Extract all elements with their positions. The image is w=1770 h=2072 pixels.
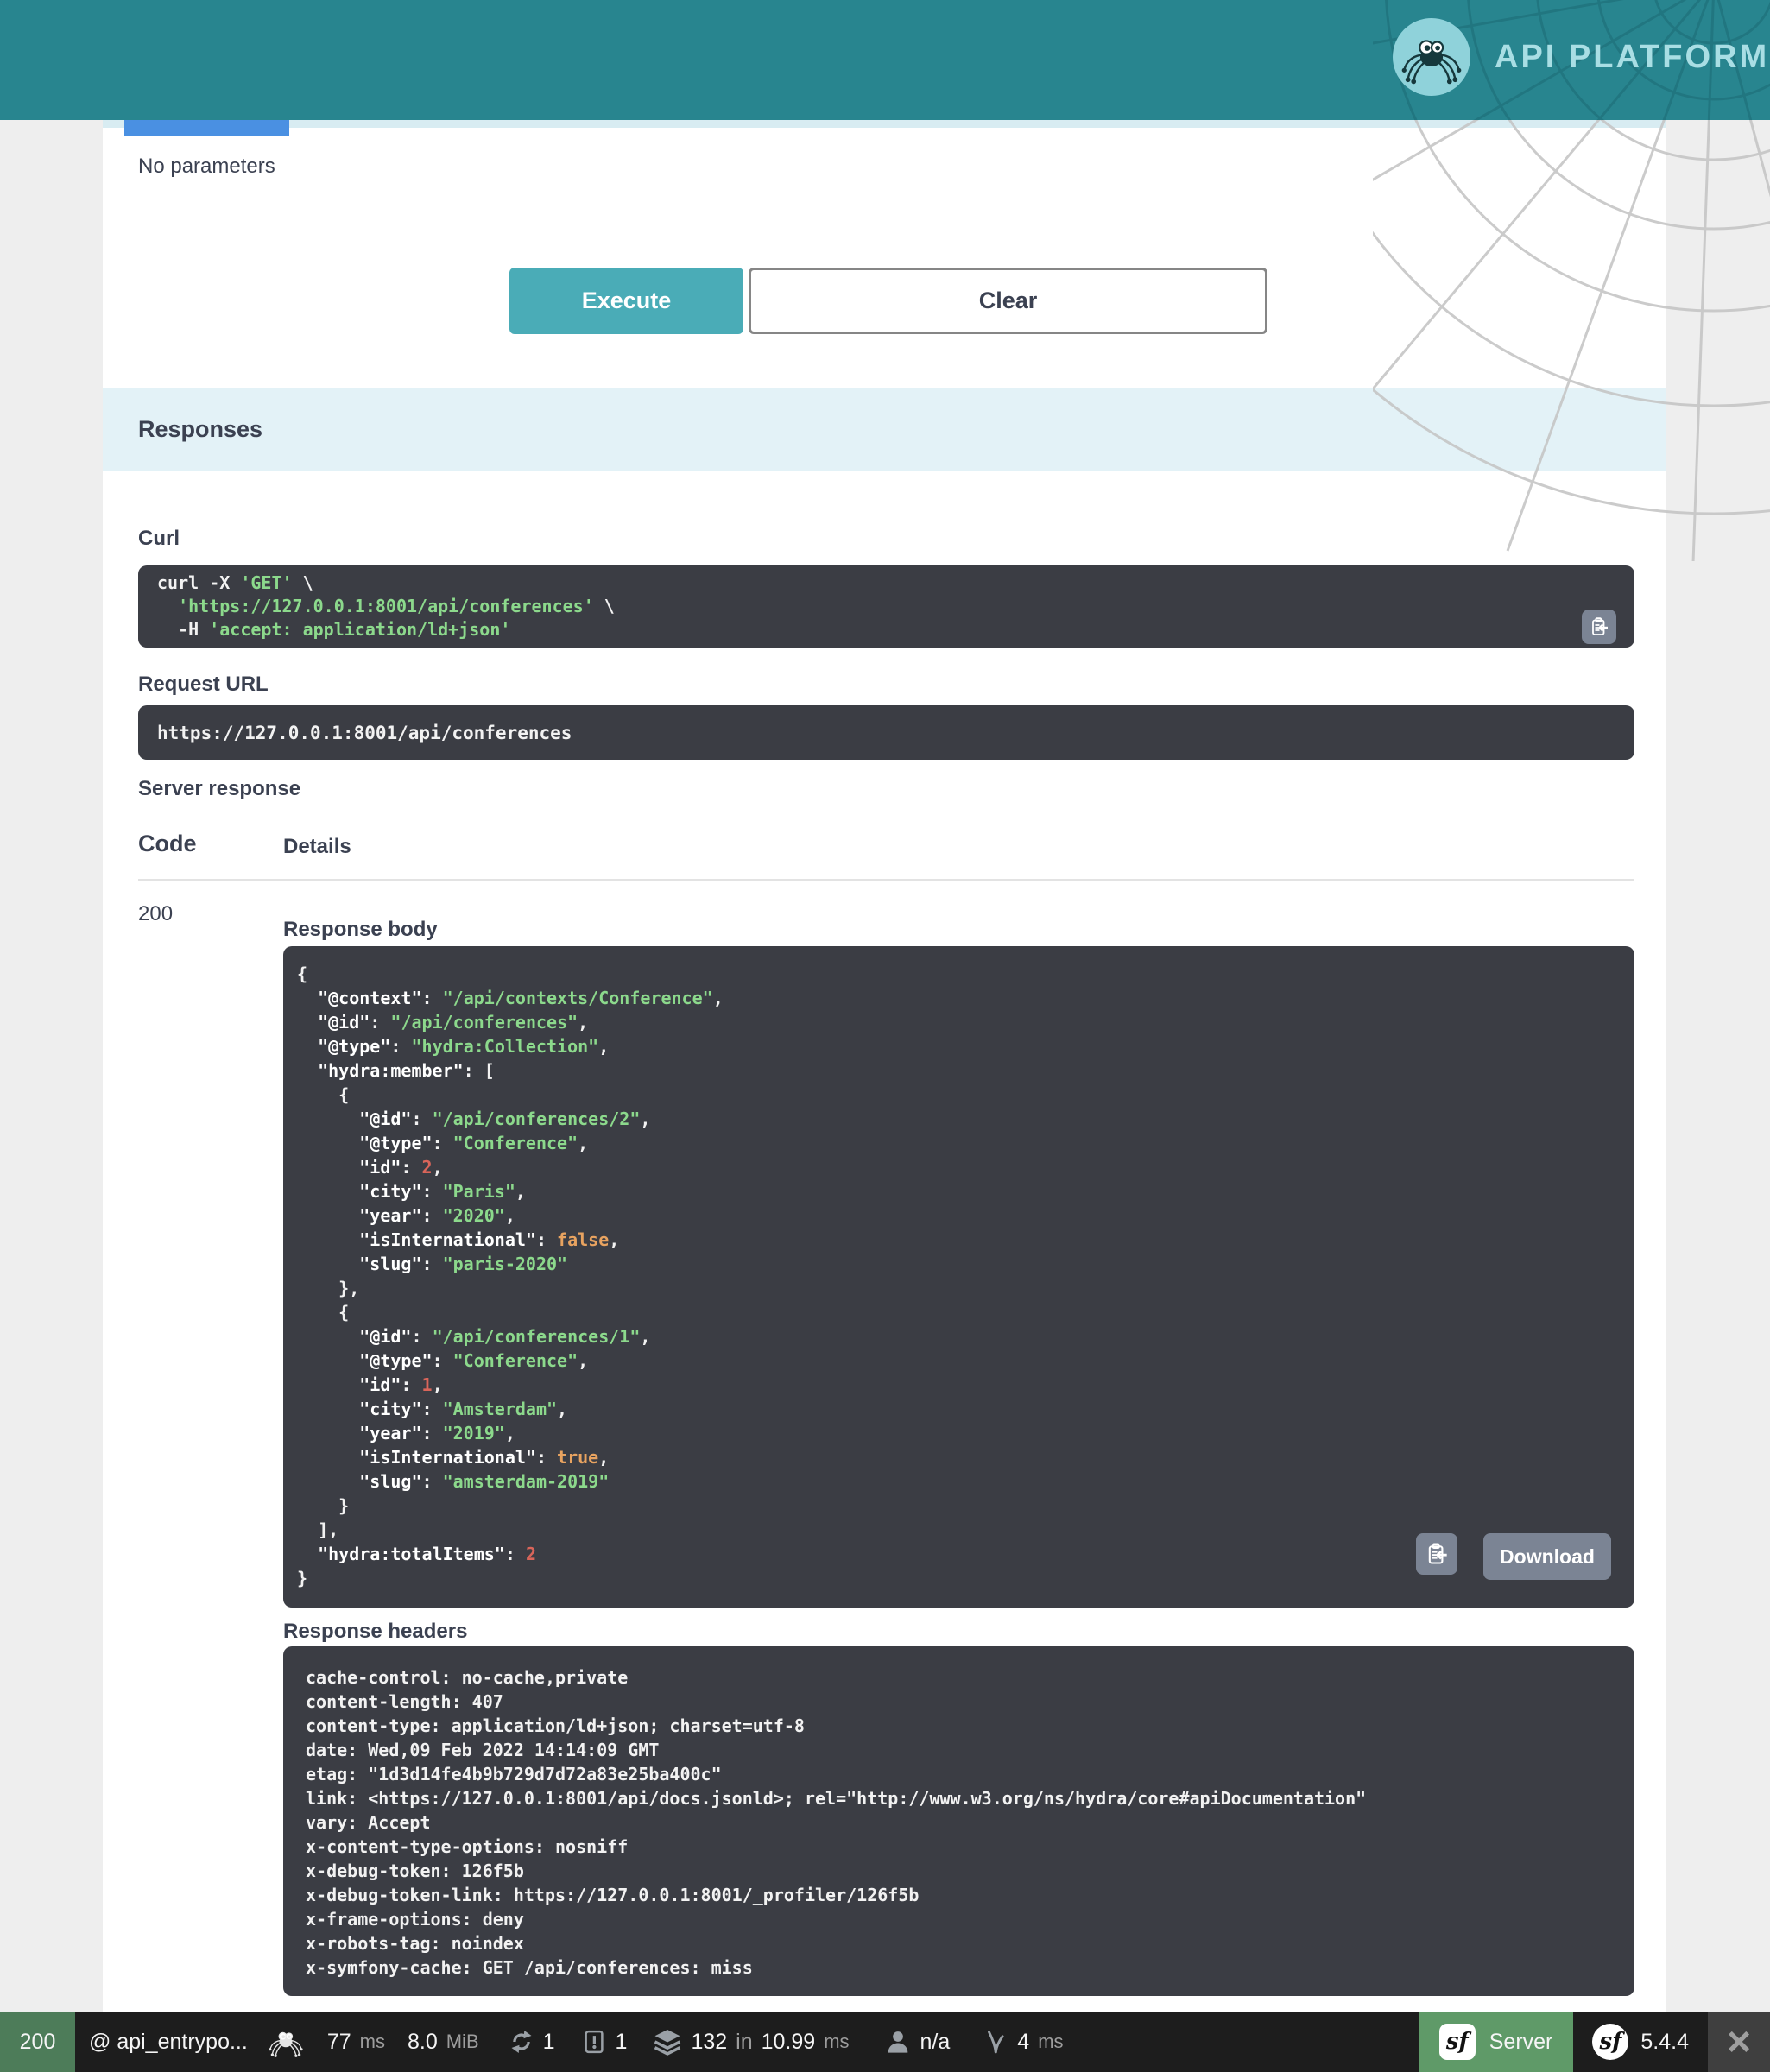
curl-command-block: curl -X 'GET' \ 'https://127.0.0.1:8001/… (138, 565, 1634, 648)
app-header: API PLATFORM (0, 0, 1770, 120)
response-body-label: Response body (283, 918, 438, 942)
clipboard-copy-icon (1425, 1542, 1449, 1566)
clipboard-copy-icon (1589, 616, 1609, 637)
db-layers-icon (653, 2029, 682, 2056)
toolbar-logs[interactable]: 1 (581, 2029, 628, 2055)
server-label: Server (1489, 2030, 1553, 2055)
operation-block: No parameters Execute Clear Responses Cu… (103, 120, 1666, 2012)
version-value: 5.4.4 (1640, 2030, 1689, 2055)
request-url-value: https://127.0.0.1:8001/api/conferences (138, 705, 1634, 760)
toolbar-security[interactable]: n/a (884, 2028, 951, 2056)
db-time: 10.99 (762, 2030, 816, 2055)
toolbar-memory[interactable]: 8.0 MiB (408, 2030, 479, 2055)
no-parameters-text: No parameters (138, 155, 275, 179)
route-label: @ api_entrypo... (89, 2030, 248, 2055)
symfony-profiler-toolbar: 200 @ api_entrypo... 77 ms 8.0 MiB 1 1 1… (0, 2012, 1770, 2072)
server-response-label: Server response (138, 777, 300, 801)
user-icon (884, 2028, 912, 2056)
copy-response-button[interactable] (1416, 1533, 1457, 1575)
logo-circle (1393, 18, 1470, 96)
download-button[interactable]: Download (1483, 1533, 1611, 1580)
security-value: n/a (920, 2030, 951, 2055)
db-unit: ms (824, 2031, 849, 2053)
table-divider (138, 879, 1634, 881)
curl-label: Curl (138, 527, 180, 551)
symfony-logo-circle: sf (1592, 2024, 1628, 2060)
memory-unit: MiB (446, 2031, 479, 2053)
toolbar-server-badge[interactable]: sf Server (1419, 2012, 1574, 2072)
memory-value: 8.0 (408, 2030, 438, 2055)
code-column-header: Code (138, 831, 197, 857)
responses-section-header: Responses (103, 388, 1666, 471)
copy-curl-button[interactable] (1582, 610, 1616, 644)
logo-text: API PLATFORM (1495, 39, 1769, 76)
symfony-logo-square: sf (1439, 2024, 1476, 2060)
toolbar-time[interactable]: 77 ms (327, 2030, 385, 2055)
toolbar-twig[interactable]: 4 ms (983, 2029, 1063, 2055)
execute-button[interactable]: Execute (509, 268, 743, 334)
time-value: 77 (327, 2030, 351, 2055)
spider-mascot-icon (269, 2025, 303, 2059)
toolbar-symfony-version[interactable]: sf 5.4.4 (1573, 2012, 1708, 2072)
logs-count: 1 (616, 2030, 628, 2055)
section-header-strip (103, 120, 1666, 128)
spider-mascot-icon (1401, 27, 1462, 87)
api-platform-page: API PLATFORM No parameters Execute Clear… (0, 0, 1770, 2072)
ajax-count: 1 (543, 2030, 555, 2055)
logs-book-icon (581, 2029, 607, 2055)
response-headers-block: cache-control: no-cache,private content-… (283, 1646, 1634, 1996)
toolbar-route[interactable]: @ api_entrypo... (89, 2030, 248, 2055)
clear-button[interactable]: Clear (749, 268, 1267, 334)
request-url-label: Request URL (138, 673, 269, 697)
toolbar-status-badge[interactable]: 200 (0, 2012, 75, 2072)
api-platform-logo: API PLATFORM (1393, 17, 1769, 97)
cancel-button-clipped[interactable] (124, 120, 289, 136)
twig-time: 4 (1017, 2030, 1029, 2055)
twig-unit: ms (1038, 2031, 1063, 2053)
response-headers-label: Response headers (283, 1620, 467, 1644)
response-status-code: 200 (138, 902, 173, 926)
responses-title: Responses (138, 416, 262, 443)
db-count: 132 (691, 2030, 727, 2055)
toolbar-close-button[interactable]: × (1708, 2012, 1770, 2072)
toolbar-database[interactable]: 132 in 10.99 ms (653, 2029, 849, 2056)
toolbar-right-cluster: sf Server sf 5.4.4 × (1419, 2012, 1770, 2072)
toolbar-ajax[interactable]: 1 (509, 2029, 555, 2055)
time-unit: ms (360, 2031, 385, 2053)
response-body-json: { "@context": "/api/contexts/Conference"… (283, 946, 1634, 1608)
db-in: in (736, 2030, 752, 2055)
details-column-header: Details (283, 835, 351, 859)
toolbar-mascot[interactable] (269, 2025, 303, 2059)
twig-icon (983, 2029, 1008, 2055)
ajax-loop-icon (509, 2029, 534, 2055)
